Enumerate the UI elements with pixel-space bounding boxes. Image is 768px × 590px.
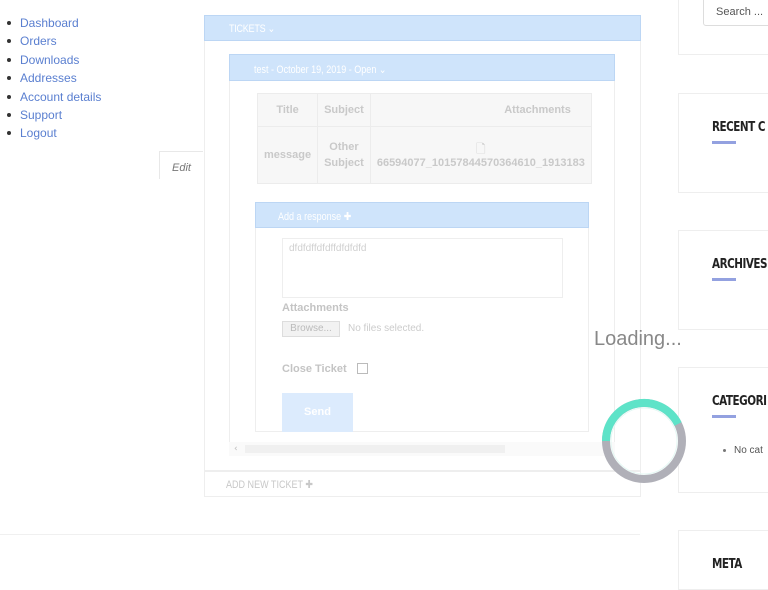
loading-text: Loading...: [594, 328, 682, 350]
loading-spinner-icon: [602, 398, 686, 483]
